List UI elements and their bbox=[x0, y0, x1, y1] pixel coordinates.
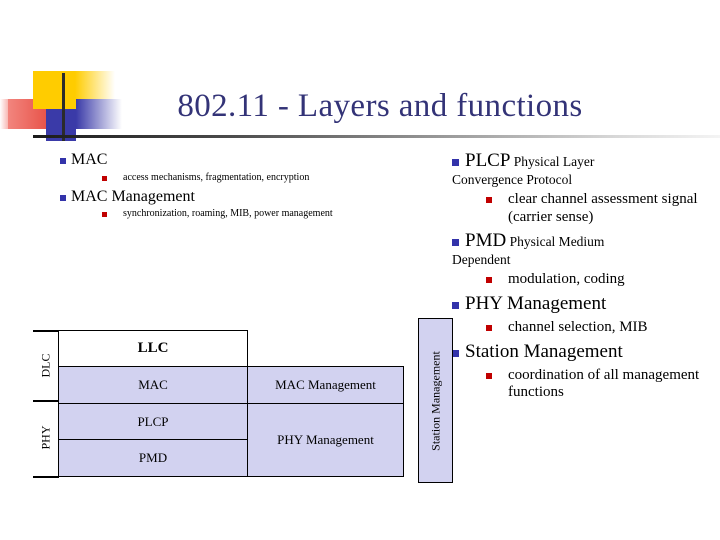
bracket-tick-top bbox=[33, 330, 59, 332]
cell-mac-management: MAC Management bbox=[247, 366, 404, 404]
square-bullet-icon bbox=[452, 159, 459, 166]
square-subbullet-icon bbox=[486, 277, 492, 284]
side-label-dlc: DLC bbox=[38, 353, 53, 378]
left-bullet-column: MAC access mechanisms, fragmentation, en… bbox=[60, 151, 420, 225]
subbullet-plcp-detail-label: clear channel assessment signal (carrier… bbox=[508, 191, 698, 225]
cell-phy-management: PHY Management bbox=[247, 403, 404, 477]
layer-grid: LLC MAC PLCP PMD MAC Management PHY Mana… bbox=[58, 330, 413, 478]
square-bullet-icon bbox=[60, 158, 66, 164]
cell-station-management: Station Management bbox=[418, 318, 453, 483]
bullet-station-management-label: Station Management bbox=[465, 340, 623, 362]
side-label-phy: PHY bbox=[38, 425, 53, 450]
bullet-plcp-sublabel: Physical Layer bbox=[513, 154, 595, 169]
bullet-mac-management: MAC Management bbox=[60, 188, 420, 206]
subbullet-phy-management-detail-label: channel selection, MIB bbox=[508, 318, 648, 335]
bullet-phy-management-label: PHY Management bbox=[465, 293, 607, 315]
square-bullet-icon bbox=[60, 194, 66, 201]
layer-side-bracket: DLC PHY bbox=[33, 330, 59, 478]
square-subbullet-icon bbox=[486, 324, 492, 331]
subbullet-plcp-detail: clear channel assessment signal (carrier… bbox=[452, 191, 714, 226]
square-subbullet-icon bbox=[486, 372, 492, 379]
subbullet-mac-detail-label: access mechanisms, fragmentation, encryp… bbox=[123, 171, 310, 183]
subbullet-mac-detail: access mechanisms, fragmentation, encryp… bbox=[60, 172, 420, 184]
bullet-mac-label: MAC bbox=[71, 151, 108, 168]
square-subbullet-icon bbox=[102, 175, 107, 181]
cell-station-management-label: Station Management bbox=[428, 350, 442, 451]
slide-root: 802.11 - Layers and functions MAC access… bbox=[0, 0, 720, 540]
subbullet-phy-management-detail: channel selection, MIB bbox=[452, 319, 714, 337]
subbullet-mac-management-detail: synchronization, roaming, MIB, power man… bbox=[60, 208, 420, 220]
square-subbullet-icon bbox=[486, 197, 492, 203]
cell-pmd: PMD bbox=[58, 439, 248, 477]
bullet-plcp: PLCP Physical Layer bbox=[452, 150, 714, 172]
bullet-pmd-label: PMD bbox=[465, 230, 507, 252]
bullet-pmd-sublabel: Physical Medium bbox=[509, 234, 605, 250]
page-title: 802.11 - Layers and functions bbox=[177, 88, 583, 124]
cell-llc: LLC bbox=[58, 330, 248, 367]
bullet-mac: MAC bbox=[60, 151, 420, 169]
subbullet-station-management-detail: coordination of all management functions bbox=[452, 367, 714, 402]
subbullet-pmd-detail-label: modulation, coding bbox=[508, 271, 625, 288]
title-underline-rule bbox=[33, 135, 720, 138]
layer-architecture-diagram: DLC PHY LLC MAC PLCP PMD MAC Management … bbox=[33, 315, 453, 485]
cell-plcp: PLCP bbox=[58, 403, 248, 440]
bullet-plcp-label: PLCP bbox=[465, 150, 511, 171]
square-subbullet-icon bbox=[102, 212, 107, 218]
bullet-station-management: Station Management bbox=[452, 340, 714, 363]
bullet-plcp-continuation: Convergence Protocol bbox=[452, 171, 573, 187]
bracket-tick-bottom bbox=[33, 476, 59, 478]
square-bullet-icon bbox=[452, 302, 459, 310]
subbullet-pmd-detail: modulation, coding bbox=[452, 271, 714, 289]
subbullet-mac-management-detail-label: synchronization, roaming, MIB, power man… bbox=[123, 208, 333, 220]
bracket-tick-middle bbox=[33, 400, 59, 402]
bullet-mac-management-label: MAC Management bbox=[71, 187, 195, 205]
bullet-pmd: PMD Physical Medium bbox=[452, 230, 714, 252]
bullet-pmd-continuation: Dependent bbox=[452, 252, 511, 268]
bullet-phy-management: PHY Management bbox=[452, 293, 714, 315]
cell-mac: MAC bbox=[58, 366, 248, 404]
right-bullet-column: PLCP Physical Layer Convergence Protocol… bbox=[452, 150, 714, 407]
square-bullet-icon bbox=[452, 349, 459, 357]
subbullet-station-management-detail-label: coordination of all management functions bbox=[508, 366, 700, 401]
square-bullet-icon bbox=[452, 239, 459, 247]
